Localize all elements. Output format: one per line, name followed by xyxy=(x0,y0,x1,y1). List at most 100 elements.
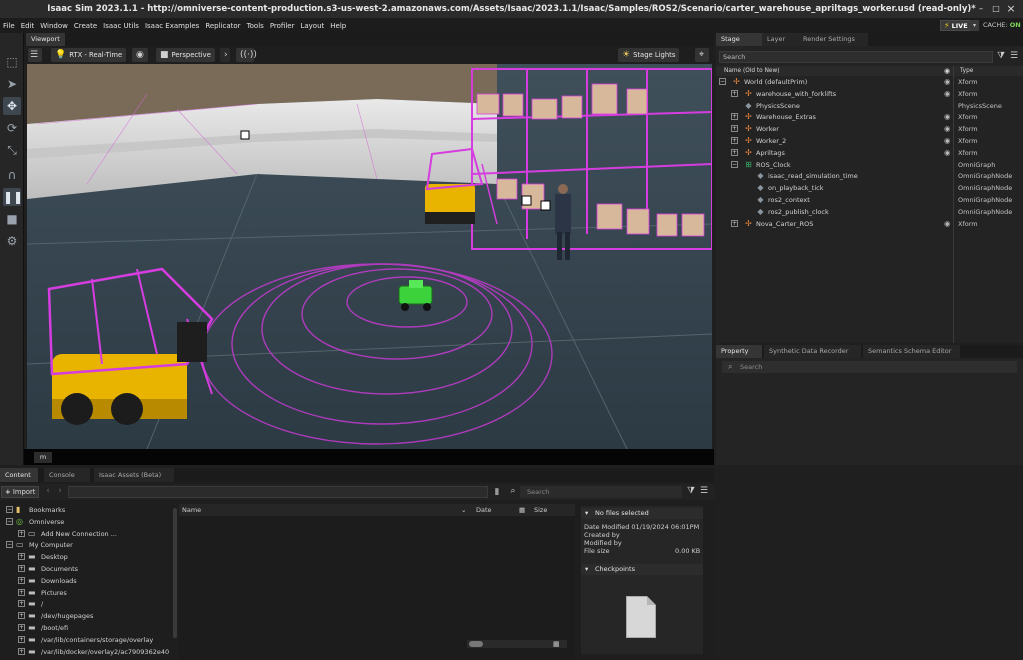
visibility-button[interactable]: ◉ xyxy=(132,48,148,62)
viewport-settings-button[interactable]: ☰ xyxy=(28,48,42,62)
expand-icon[interactable]: + xyxy=(18,624,25,631)
expand-icon[interactable]: + xyxy=(18,588,25,596)
sort-icon[interactable]: ⌄ xyxy=(461,504,466,516)
stage-row[interactable]: + ✢ warehouse_with_forklifts ◉ Xform xyxy=(716,88,1023,100)
collapse-icon[interactable]: − xyxy=(6,541,13,549)
stage-row[interactable]: + ✢ Nova_Carter_ROS ◉ Xform xyxy=(716,218,1023,230)
file-list[interactable]: Name ⌄ Date ▦ Size ▦ xyxy=(179,504,575,660)
expand-icon[interactable]: + xyxy=(731,219,738,227)
tab-property[interactable]: Property xyxy=(716,345,762,358)
menu-help[interactable]: Help xyxy=(330,22,346,30)
stop-icon[interactable]: ■ xyxy=(3,210,21,228)
menu-replicator[interactable]: Replicator xyxy=(205,22,240,30)
select-mode-icon[interactable]: ⬚ xyxy=(3,53,21,71)
col-size[interactable]: Size xyxy=(534,504,547,516)
horizontal-scrollbar[interactable]: ▦ xyxy=(467,640,567,648)
renderer-button[interactable]: 💡 RTX - Real-Time xyxy=(51,48,127,62)
content-search-input[interactable]: Search xyxy=(520,486,682,498)
tree-item[interactable]: − ▭ My Computer xyxy=(0,539,172,551)
live-button[interactable]: ⚡ LIVE xyxy=(940,20,972,31)
collapse-icon[interactable]: − xyxy=(6,506,13,513)
grid-view-icon[interactable]: ▦ xyxy=(553,640,563,648)
collapse-icon[interactable]: − xyxy=(6,517,13,525)
units-label[interactable]: m xyxy=(34,452,52,463)
col-name-header[interactable]: Name (Old to New) xyxy=(724,66,779,76)
checkpoints-section[interactable]: ▾ Checkpoints xyxy=(581,564,703,575)
tree-item[interactable]: + ▬ /boot/efi xyxy=(0,622,172,634)
bookmark-icon[interactable]: ▮ xyxy=(492,487,502,497)
stage-row[interactable]: ◆ PhysicsScene PhysicsScene xyxy=(716,100,1023,112)
no-files-section[interactable]: ▾ No files selected xyxy=(581,508,703,519)
menu-profiler[interactable]: Profiler xyxy=(270,22,295,30)
eye-icon[interactable]: ◉ xyxy=(944,88,951,100)
select-arrow-icon[interactable]: ➤ xyxy=(3,75,21,93)
eye-icon[interactable]: ◉ xyxy=(944,218,951,230)
col-name[interactable]: Name xyxy=(182,504,201,516)
broadcast-button[interactable]: ((·)) xyxy=(236,48,257,62)
back-icon[interactable]: ‹ xyxy=(44,486,52,496)
tab-viewport[interactable]: Viewport xyxy=(26,33,65,46)
menu-file[interactable]: File xyxy=(3,22,15,30)
col-type-header[interactable]: Type xyxy=(960,66,973,76)
tree-item[interactable]: + ▬ Desktop xyxy=(0,551,172,563)
menu-icon[interactable]: ☰ xyxy=(1009,51,1019,61)
stage-row[interactable]: + ✢ Worker ◉ Xform xyxy=(716,123,1023,135)
tab-layer[interactable]: Layer xyxy=(762,33,798,46)
expand-icon[interactable]: + xyxy=(18,576,25,584)
tree-item[interactable]: + ▬ /dev/hugepages xyxy=(0,610,172,622)
stage-row[interactable]: + ✢ Worker_2 ◉ Xform xyxy=(716,135,1023,147)
tab-content[interactable]: Content xyxy=(0,468,38,482)
import-button[interactable]: + Import xyxy=(1,486,40,498)
stage-row[interactable]: + ✢ Apriltags ◉ Xform xyxy=(716,147,1023,159)
expand-icon[interactable]: + xyxy=(18,529,25,537)
stage-row[interactable]: ◆ on_playback_tick OmniGraphNode xyxy=(716,182,1023,194)
expand-icon[interactable]: + xyxy=(18,635,25,643)
stage-search-input[interactable]: Search xyxy=(719,51,993,63)
tab-synthetic-data-recorder[interactable]: Synthetic Data Recorder xyxy=(764,345,861,358)
live-dropdown-button[interactable]: ▾ xyxy=(970,20,979,31)
menu-window[interactable]: Window xyxy=(40,22,68,30)
tab-console[interactable]: Console xyxy=(44,468,90,482)
expand-icon[interactable]: + xyxy=(18,600,25,608)
tree-item[interactable]: + ▬ /var/lib/docker/overlay2/ac7909362e40 xyxy=(0,646,172,658)
menu-create[interactable]: Create xyxy=(74,22,97,30)
expand-icon[interactable]: + xyxy=(18,553,25,561)
col-date[interactable]: Date xyxy=(476,504,492,516)
filter-icon[interactable]: ⧩ xyxy=(686,486,696,496)
expand-icon[interactable]: + xyxy=(731,137,738,144)
scroll-thumb[interactable] xyxy=(469,641,483,647)
viewport-scene[interactable] xyxy=(27,64,712,449)
menu-isaac-examples[interactable]: Isaac Examples xyxy=(145,22,199,30)
stage-row[interactable]: − ⊞ ROS_Clock OmniGraph xyxy=(716,159,1023,171)
expand-icon[interactable]: + xyxy=(731,89,738,97)
tree-item[interactable]: + ▬ Downloads xyxy=(0,575,172,587)
stage-row[interactable]: − ✢ World (defaultPrim) ◉ Xform xyxy=(716,76,1023,88)
tree-item[interactable]: + ▬ Documents xyxy=(0,563,172,575)
stage-lights-button[interactable]: ☀ Stage Lights xyxy=(618,48,680,62)
tree-scrollbar[interactable] xyxy=(173,508,177,638)
tab-stage[interactable]: Stage xyxy=(716,33,762,46)
physics-icon[interactable]: ⚙ xyxy=(3,232,21,250)
eye-icon[interactable]: ◉ xyxy=(944,123,951,135)
eye-icon[interactable]: ◉ xyxy=(944,111,951,123)
tree-item[interactable]: + ▭ Add New Connection ... xyxy=(0,528,172,540)
collapse-icon[interactable]: − xyxy=(719,78,726,85)
tab-render-settings[interactable]: Render Settings xyxy=(798,33,868,46)
location-button[interactable]: ⌖ xyxy=(695,48,709,62)
property-search-input[interactable]: ⌕ Search xyxy=(722,361,1017,373)
expand-icon[interactable]: + xyxy=(18,647,25,655)
camera-button[interactable]: ■ Perspective xyxy=(156,48,215,62)
collapse-icon[interactable]: − xyxy=(731,160,738,168)
menu-edit[interactable]: Edit xyxy=(21,22,35,30)
close-button[interactable]: × xyxy=(1005,3,1017,15)
menu-layout[interactable]: Layout xyxy=(300,22,324,30)
minimize-button[interactable]: – xyxy=(975,3,987,15)
path-input[interactable] xyxy=(68,486,488,498)
rotate-icon[interactable]: ⟳ xyxy=(3,119,21,137)
stage-row[interactable]: ◆ ros2_publish_clock OmniGraphNode xyxy=(716,206,1023,218)
forward-icon[interactable]: › xyxy=(56,486,64,496)
stage-row[interactable]: ◆ ros2_context OmniGraphNode xyxy=(716,194,1023,206)
tree-item[interactable]: + ▬ / xyxy=(0,598,172,610)
tree-item[interactable]: + ▬ /var/lib/containers/storage/overlay xyxy=(0,634,172,646)
tab-isaac-assets[interactable]: Isaac Assets (Beta) xyxy=(94,468,174,482)
